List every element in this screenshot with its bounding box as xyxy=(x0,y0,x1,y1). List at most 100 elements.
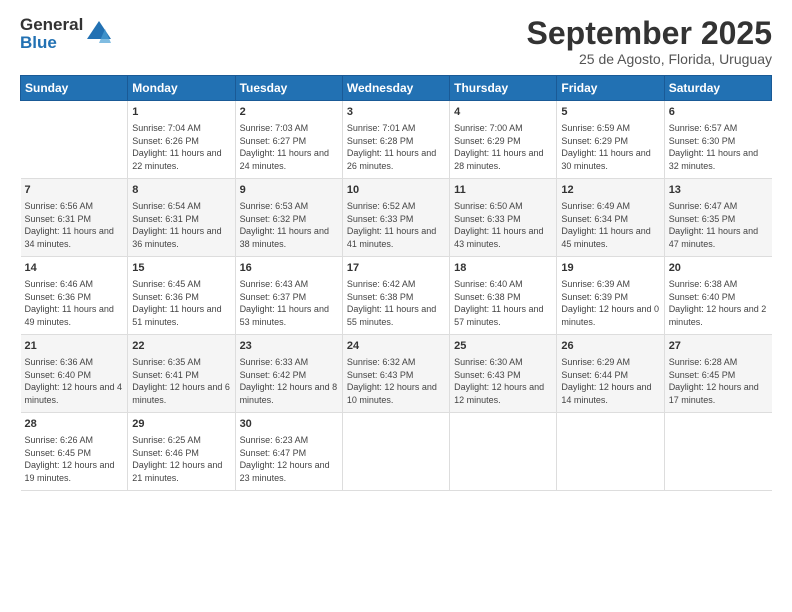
cell-info: Sunrise: 6:28 AMSunset: 6:45 PMDaylight:… xyxy=(669,356,768,406)
cell-info: Sunrise: 7:01 AMSunset: 6:28 PMDaylight:… xyxy=(347,122,445,172)
cell-info: Sunrise: 6:49 AMSunset: 6:34 PMDaylight:… xyxy=(561,200,659,250)
table-row: 4 Sunrise: 7:00 AMSunset: 6:29 PMDaylight… xyxy=(450,101,557,179)
table-row: 3 Sunrise: 7:01 AMSunset: 6:28 PMDaylight… xyxy=(342,101,449,179)
table-row xyxy=(557,413,664,491)
calendar-header-row: Sunday Monday Tuesday Wednesday Thursday… xyxy=(21,76,772,101)
table-row: 7Sunrise: 6:56 AMSunset: 6:31 PMDaylight… xyxy=(21,179,128,257)
day-number: 11 xyxy=(454,183,552,198)
table-row: 10 Sunrise: 6:52 AMSunset: 6:33 PMDayligh… xyxy=(342,179,449,257)
cell-info: Sunrise: 6:47 AMSunset: 6:35 PMDaylight:… xyxy=(669,200,768,250)
table-row: 27 Sunrise: 6:28 AMSunset: 6:45 PMDayligh… xyxy=(664,335,771,413)
table-row: 1 Sunrise: 7:04 AMSunset: 6:26 PMDaylight… xyxy=(128,101,235,179)
cell-info: Sunrise: 7:00 AMSunset: 6:29 PMDaylight:… xyxy=(454,122,552,172)
table-row: 12 Sunrise: 6:49 AMSunset: 6:34 PMDayligh… xyxy=(557,179,664,257)
cell-info: Sunrise: 6:57 AMSunset: 6:30 PMDaylight:… xyxy=(669,122,768,172)
table-row: 17 Sunrise: 6:42 AMSunset: 6:38 PMDayligh… xyxy=(342,257,449,335)
table-row: 2 Sunrise: 7:03 AMSunset: 6:27 PMDaylight… xyxy=(235,101,342,179)
day-number: 30 xyxy=(240,417,338,432)
header-saturday: Saturday xyxy=(664,76,771,101)
day-number: 10 xyxy=(347,183,445,198)
cell-info: Sunrise: 6:56 AMSunset: 6:31 PMDaylight:… xyxy=(25,200,124,250)
day-number: 27 xyxy=(669,339,768,354)
logo: General Blue xyxy=(20,16,113,52)
table-row: 6 Sunrise: 6:57 AMSunset: 6:30 PMDaylight… xyxy=(664,101,771,179)
page-title: September 2025 xyxy=(527,16,772,51)
table-row: 15Sunrise: 6:45 AMSunset: 6:36 PMDayligh… xyxy=(128,257,235,335)
cell-info: Sunrise: 6:46 AMSunset: 6:36 PMDaylight:… xyxy=(25,278,124,328)
day-number: 9 xyxy=(240,183,338,198)
day-number: 16 xyxy=(240,261,338,276)
cell-info: Sunrise: 6:59 AMSunset: 6:29 PMDaylight:… xyxy=(561,122,659,172)
day-number: 3 xyxy=(347,105,445,120)
table-row: 28 Sunrise: 6:26 AMSunset: 6:45 PMDayligh… xyxy=(21,413,128,491)
table-row: 26Sunrise: 6:29 AMSunset: 6:44 PMDayligh… xyxy=(557,335,664,413)
table-row: 20 Sunrise: 6:38 AMSunset: 6:40 PMDayligh… xyxy=(664,257,771,335)
header-tuesday: Tuesday xyxy=(235,76,342,101)
day-number: 2 xyxy=(240,105,338,120)
day-number: 12 xyxy=(561,183,659,198)
header-monday: Monday xyxy=(128,76,235,101)
cell-info: Sunrise: 6:45 AMSunset: 6:36 PMDaylight:… xyxy=(132,278,230,328)
logo-icon xyxy=(85,19,113,47)
cell-info: Sunrise: 6:35 AMSunset: 6:41 PMDaylight:… xyxy=(132,356,230,406)
cell-info: Sunrise: 6:32 AMSunset: 6:43 PMDaylight:… xyxy=(347,356,445,406)
table-row xyxy=(21,101,128,179)
table-row: 23 Sunrise: 6:33 AMSunset: 6:42 PMDayligh… xyxy=(235,335,342,413)
cell-info: Sunrise: 6:52 AMSunset: 6:33 PMDaylight:… xyxy=(347,200,445,250)
day-number: 1 xyxy=(132,105,230,120)
day-number: 26 xyxy=(561,339,659,354)
day-number: 20 xyxy=(669,261,768,276)
cell-info: Sunrise: 6:43 AMSunset: 6:37 PMDaylight:… xyxy=(240,278,338,328)
table-row: 18Sunrise: 6:40 AMSunset: 6:38 PMDayligh… xyxy=(450,257,557,335)
day-number: 23 xyxy=(240,339,338,354)
table-row: 22 Sunrise: 6:35 AMSunset: 6:41 PMDayligh… xyxy=(128,335,235,413)
table-row: 5 Sunrise: 6:59 AMSunset: 6:29 PMDaylight… xyxy=(557,101,664,179)
cell-info: Sunrise: 6:42 AMSunset: 6:38 PMDaylight:… xyxy=(347,278,445,328)
cell-info: Sunrise: 6:33 AMSunset: 6:42 PMDaylight:… xyxy=(240,356,338,406)
logo-general: General xyxy=(20,16,83,34)
day-number: 4 xyxy=(454,105,552,120)
day-number: 5 xyxy=(561,105,659,120)
table-row: 29 Sunrise: 6:25 AMSunset: 6:46 PMDayligh… xyxy=(128,413,235,491)
table-row: 11Sunrise: 6:50 AMSunset: 6:33 PMDayligh… xyxy=(450,179,557,257)
cell-info: Sunrise: 6:36 AMSunset: 6:40 PMDaylight:… xyxy=(25,356,124,406)
calendar-week-row: 21 Sunrise: 6:36 AMSunset: 6:40 PMDayligh… xyxy=(21,335,772,413)
day-number: 8 xyxy=(132,183,230,198)
calendar-week-row: 1 Sunrise: 7:04 AMSunset: 6:26 PMDaylight… xyxy=(21,101,772,179)
cell-info: Sunrise: 7:04 AMSunset: 6:26 PMDaylight:… xyxy=(132,122,230,172)
day-number: 19 xyxy=(561,261,659,276)
table-row: 30 Sunrise: 6:23 AMSunset: 6:47 PMDayligh… xyxy=(235,413,342,491)
table-row: 19 Sunrise: 6:39 AMSunset: 6:39 PMDayligh… xyxy=(557,257,664,335)
day-number: 21 xyxy=(25,339,124,354)
calendar-week-row: 14 Sunrise: 6:46 AMSunset: 6:36 PMDayligh… xyxy=(21,257,772,335)
table-row: 24Sunrise: 6:32 AMSunset: 6:43 PMDayligh… xyxy=(342,335,449,413)
cell-info: Sunrise: 6:23 AMSunset: 6:47 PMDaylight:… xyxy=(240,434,338,484)
calendar-week-row: 28 Sunrise: 6:26 AMSunset: 6:45 PMDayligh… xyxy=(21,413,772,491)
cell-info: Sunrise: 6:30 AMSunset: 6:43 PMDaylight:… xyxy=(454,356,552,406)
logo-blue: Blue xyxy=(20,34,83,52)
calendar-week-row: 7Sunrise: 6:56 AMSunset: 6:31 PMDaylight… xyxy=(21,179,772,257)
cell-info: Sunrise: 6:53 AMSunset: 6:32 PMDaylight:… xyxy=(240,200,338,250)
title-block: September 2025 25 de Agosto, Florida, Ur… xyxy=(527,16,772,67)
table-row: 16 Sunrise: 6:43 AMSunset: 6:37 PMDayligh… xyxy=(235,257,342,335)
table-row xyxy=(664,413,771,491)
day-number: 28 xyxy=(25,417,124,432)
table-row: 8 Sunrise: 6:54 AMSunset: 6:31 PMDaylight… xyxy=(128,179,235,257)
cell-info: Sunrise: 6:38 AMSunset: 6:40 PMDaylight:… xyxy=(669,278,768,328)
table-row: 9 Sunrise: 6:53 AMSunset: 6:32 PMDaylight… xyxy=(235,179,342,257)
cell-info: Sunrise: 7:03 AMSunset: 6:27 PMDaylight:… xyxy=(240,122,338,172)
day-number: 17 xyxy=(347,261,445,276)
cell-info: Sunrise: 6:54 AMSunset: 6:31 PMDaylight:… xyxy=(132,200,230,250)
day-number: 22 xyxy=(132,339,230,354)
day-number: 6 xyxy=(669,105,768,120)
table-row: 21 Sunrise: 6:36 AMSunset: 6:40 PMDayligh… xyxy=(21,335,128,413)
header-sunday: Sunday xyxy=(21,76,128,101)
table-row: 13Sunrise: 6:47 AMSunset: 6:35 PMDayligh… xyxy=(664,179,771,257)
header-thursday: Thursday xyxy=(450,76,557,101)
cell-info: Sunrise: 6:39 AMSunset: 6:39 PMDaylight:… xyxy=(561,278,659,328)
cell-info: Sunrise: 6:25 AMSunset: 6:46 PMDaylight:… xyxy=(132,434,230,484)
cell-info: Sunrise: 6:26 AMSunset: 6:45 PMDaylight:… xyxy=(25,434,124,484)
day-number: 29 xyxy=(132,417,230,432)
table-row: 25Sunrise: 6:30 AMSunset: 6:43 PMDayligh… xyxy=(450,335,557,413)
day-number: 14 xyxy=(25,261,124,276)
